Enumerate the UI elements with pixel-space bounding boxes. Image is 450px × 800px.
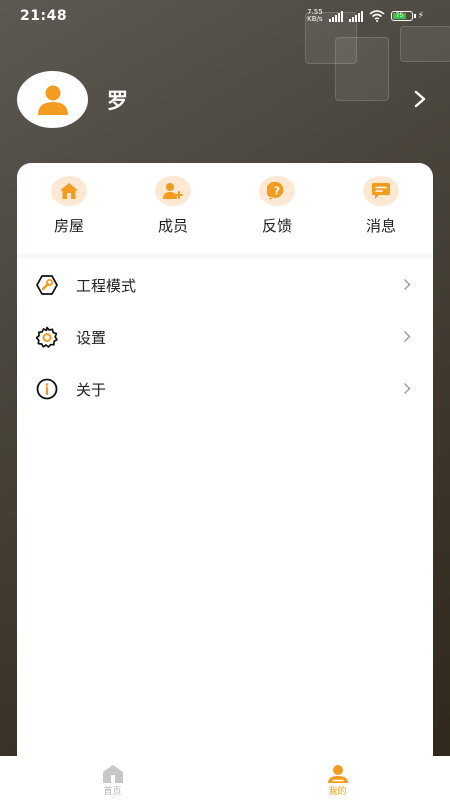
menu-item-label: 设置: [76, 329, 107, 347]
username: 罗: [107, 89, 128, 113]
quick-action-feedback[interactable]: ? 反馈: [225, 163, 329, 253]
wifi-icon: [369, 10, 385, 22]
bottom-tab-bar: 首页 我的: [0, 756, 450, 800]
tab-label: 首页: [103, 787, 122, 797]
house-icon: [51, 176, 87, 206]
tab-label: 我的: [328, 787, 347, 797]
battery-icon: 75 ⚡: [390, 11, 424, 21]
user-avatar-icon: [37, 85, 68, 115]
battery-level: 75: [392, 13, 407, 19]
chevron-right-icon: [404, 331, 411, 342]
quick-action-house[interactable]: 房屋: [17, 163, 121, 253]
menu-item-engineering-mode[interactable]: 工程模式: [17, 258, 433, 310]
tab-mine[interactable]: 我的: [225, 756, 450, 800]
gear-icon: [35, 326, 58, 348]
message-icon: [363, 176, 399, 206]
feedback-icon: ?: [259, 176, 295, 206]
status-time: 21:48: [20, 8, 68, 24]
status-bar: 21:48 7.55 KB/s 75 ⚡: [0, 0, 450, 32]
quick-action-label: 消息: [365, 217, 396, 235]
menu-item-about[interactable]: 关于: [17, 362, 433, 414]
charging-icon: ⚡: [417, 11, 424, 21]
chevron-right-icon: [404, 383, 411, 394]
chevron-right-icon[interactable]: [413, 89, 427, 109]
menu-item-label: 关于: [76, 381, 107, 399]
quick-action-label: 房屋: [53, 217, 84, 235]
chevron-right-icon: [404, 279, 411, 290]
info-icon: [36, 378, 58, 400]
profile-header[interactable]: 罗: [17, 71, 433, 129]
settings-menu: 工程模式 设置 关于: [17, 258, 433, 414]
wrench-hexagon-icon: [36, 275, 58, 295]
quick-action-members[interactable]: 成员: [121, 163, 225, 253]
home-icon: [102, 765, 123, 783]
add-member-icon: [155, 176, 191, 206]
tab-home[interactable]: 首页: [0, 756, 225, 800]
avatar[interactable]: [17, 71, 88, 128]
decorative-square: [400, 26, 450, 62]
quick-actions: 房屋 成员 ? 反馈 消息: [17, 163, 433, 253]
main-card: 房屋 成员 ? 反馈 消息 工程模式 设置 关于: [17, 163, 433, 783]
quick-action-messages[interactable]: 消息: [329, 163, 433, 253]
menu-item-settings[interactable]: 设置: [17, 310, 433, 362]
svg-text:?: ?: [274, 185, 280, 198]
user-icon: [327, 765, 348, 783]
menu-item-label: 工程模式: [76, 277, 137, 295]
quick-action-label: 反馈: [261, 217, 292, 235]
quick-action-label: 成员: [157, 217, 188, 235]
